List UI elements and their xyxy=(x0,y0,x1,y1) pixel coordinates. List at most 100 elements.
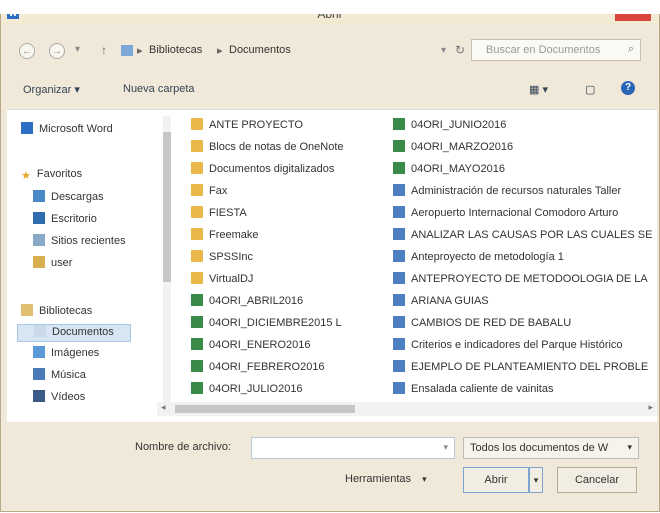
file-name: Criterios e indicadores del Parque Histó… xyxy=(411,339,623,351)
search-field[interactable]: Buscar en Documentos ⌕ xyxy=(471,39,641,61)
nav-item-user[interactable]: user xyxy=(33,256,72,274)
file-item[interactable]: 04ORI_MARZO2016 xyxy=(393,140,513,158)
file-item[interactable]: 04ORI_DICIEMBRE2015 L xyxy=(191,316,342,334)
word-file-icon xyxy=(393,360,405,372)
file-item[interactable]: ARIANA GUIAS xyxy=(393,294,489,312)
folder-item[interactable]: Documentos digitalizados xyxy=(191,162,334,180)
nav-item-videos[interactable]: Vídeos xyxy=(33,390,85,408)
nav-item-sitios-recientes[interactable]: Sitios recientes xyxy=(33,234,126,252)
file-name: Ensalada caliente de vainitas xyxy=(411,383,554,395)
excel-file-icon xyxy=(191,338,203,350)
file-item[interactable]: 04ORI_MAYO2016 xyxy=(393,162,505,180)
file-item[interactable]: CAMBIOS DE RED DE BABALU xyxy=(393,316,571,334)
folder-item[interactable]: SPSSInc xyxy=(191,250,253,268)
file-item[interactable]: 04ORI_JULIO2016 xyxy=(191,382,303,400)
pictures-icon xyxy=(33,346,45,358)
recent-places-icon xyxy=(33,234,45,246)
file-item[interactable]: 04ORI_ENERO2016 xyxy=(191,338,311,356)
back-arrow-icon: ← xyxy=(22,46,32,57)
search-icon[interactable]: ⌕ xyxy=(628,43,634,56)
file-item[interactable]: EJEMPLO DE PLANTEAMIENTO DEL PROBLE xyxy=(393,360,648,378)
nav-item-descargas[interactable]: Descargas xyxy=(33,190,104,208)
nav-item-escritorio[interactable]: Escritorio xyxy=(33,212,97,230)
music-icon xyxy=(33,368,45,380)
horizontal-scroll-thumb[interactable] xyxy=(175,405,355,413)
file-name: 04ORI_ABRIL2016 xyxy=(209,295,304,307)
tools-menu[interactable]: Herramientas ▾ xyxy=(345,473,427,485)
open-dialog: W Abrir ✕ ← → ▾ ↑ ▸ Bibliotecas ▸ Docume… xyxy=(0,0,660,512)
file-type-filter[interactable]: Todos los documentos de W ▾ xyxy=(463,437,639,459)
word-file-icon xyxy=(393,206,405,218)
folder-item[interactable]: FIESTA xyxy=(191,206,247,224)
new-folder-button[interactable]: Nueva carpeta xyxy=(123,83,195,95)
file-name: ARIANA GUIAS xyxy=(411,295,489,307)
file-item[interactable]: Aeropuerto Internacional Comodoro Arturo xyxy=(393,206,618,224)
breadcrumb-bibliotecas[interactable]: Bibliotecas xyxy=(149,44,202,56)
nav-item-documentos[interactable]: Documentos xyxy=(17,324,131,342)
scroll-left-icon[interactable]: ◂ xyxy=(161,402,166,413)
file-name: ANTEPROYECTO DE METODOOLOGIA DE LA xyxy=(411,273,648,285)
file-item[interactable]: 04ORI_FEBRERO2016 xyxy=(191,360,325,378)
nav-item-imagenes[interactable]: Imágenes xyxy=(33,346,99,364)
file-item[interactable]: ANTEPROYECTO DE METODOOLOGIA DE LA xyxy=(393,272,648,290)
file-browser: Microsoft Word ★ Favoritos Descargas Escr… xyxy=(7,109,657,422)
file-list-horizontal-scrollbar[interactable]: ◂ ▸ xyxy=(157,402,657,416)
nav-pane-scrollbar[interactable] xyxy=(163,116,171,416)
forward-button[interactable]: → xyxy=(49,43,65,59)
nav-item-microsoft-word[interactable]: Microsoft Word xyxy=(21,122,113,140)
open-button[interactable]: Abrir xyxy=(463,467,529,493)
folder-item[interactable]: Freemake xyxy=(191,228,259,246)
nav-item-musica[interactable]: Música xyxy=(33,368,86,386)
folder-item[interactable]: VirtualDJ xyxy=(191,272,253,290)
file-item[interactable]: ANALIZAR LAS CAUSAS POR LAS CUALES SE xyxy=(393,228,652,246)
address-bar: ← → ▾ ↑ ▸ Bibliotecas ▸ Documentos ▾ ↻ B… xyxy=(1,35,659,65)
cancel-button[interactable]: Cancelar xyxy=(557,467,637,493)
excel-file-icon xyxy=(191,316,203,328)
filename-dropdown-icon[interactable]: ▾ xyxy=(443,442,448,453)
folder-icon xyxy=(191,184,203,196)
file-item[interactable]: Administración de recursos naturales Tal… xyxy=(393,184,621,202)
file-name: Blocs de notas de OneNote xyxy=(209,141,344,153)
toolbar: Organizar ▾ Nueva carpeta ▦ ▾ ▢ ? xyxy=(1,79,659,101)
download-folder-icon xyxy=(33,190,45,202)
file-item[interactable]: Anteproyecto de metodología 1 xyxy=(393,250,564,268)
filename-input[interactable]: ▾ xyxy=(251,437,455,459)
file-name: Aeropuerto Internacional Comodoro Arturo xyxy=(411,207,619,219)
history-dropdown-icon[interactable]: ▾ xyxy=(75,44,80,55)
breadcrumb-documentos[interactable]: Documentos xyxy=(229,44,291,56)
folder-item[interactable]: ANTE PROYECTO xyxy=(191,118,303,136)
file-name: Anteproyecto de metodología 1 xyxy=(411,251,564,263)
file-item[interactable]: 04ORI_ABRIL2016 xyxy=(191,294,303,312)
preview-pane-icon[interactable]: ▢ xyxy=(585,83,595,96)
file-item[interactable]: Ensalada caliente de vainitas xyxy=(393,382,553,400)
library-icon xyxy=(21,304,33,316)
nav-item-bibliotecas[interactable]: Bibliotecas xyxy=(21,304,92,322)
folder-icon xyxy=(191,206,203,218)
dialog-footer: Nombre de archivo: ▾ Todos los documento… xyxy=(1,421,659,513)
excel-file-icon xyxy=(191,360,203,372)
folder-item[interactable]: Blocs de notas de OneNote xyxy=(191,140,344,158)
help-icon[interactable]: ? xyxy=(621,81,635,95)
documents-icon xyxy=(34,325,46,337)
file-name: Freemake xyxy=(209,229,259,241)
library-location-icon xyxy=(121,45,133,56)
file-name: CAMBIOS DE RED DE BABALU xyxy=(411,317,572,329)
open-options-dropdown[interactable]: ▾ xyxy=(529,467,543,493)
back-button[interactable]: ← xyxy=(19,43,35,59)
refresh-icon[interactable]: ↻ xyxy=(455,43,465,57)
excel-file-icon xyxy=(393,118,405,130)
file-item[interactable]: Criterios e indicadores del Parque Histó… xyxy=(393,338,623,356)
nav-scroll-thumb[interactable] xyxy=(163,132,171,282)
file-item[interactable]: 04ORI_JUNIO2016 xyxy=(393,118,506,136)
address-path[interactable]: ▸ Bibliotecas ▸ Documentos ▾ ↻ xyxy=(121,41,481,61)
word-file-icon xyxy=(393,338,405,350)
up-arrow-icon[interactable]: ↑ xyxy=(101,43,107,57)
address-dropdown-icon[interactable]: ▾ xyxy=(441,45,446,56)
scroll-right-icon[interactable]: ▸ xyxy=(648,402,653,413)
folder-item[interactable]: Fax xyxy=(191,184,227,202)
organize-menu[interactable]: Organizar ▾ xyxy=(23,83,80,96)
view-options-icon[interactable]: ▦ ▾ xyxy=(529,83,548,96)
nav-item-favoritos[interactable]: ★ Favoritos xyxy=(21,168,82,186)
file-name: EJEMPLO DE PLANTEAMIENTO DEL PROBLE xyxy=(411,361,649,373)
word-file-icon xyxy=(393,382,405,394)
